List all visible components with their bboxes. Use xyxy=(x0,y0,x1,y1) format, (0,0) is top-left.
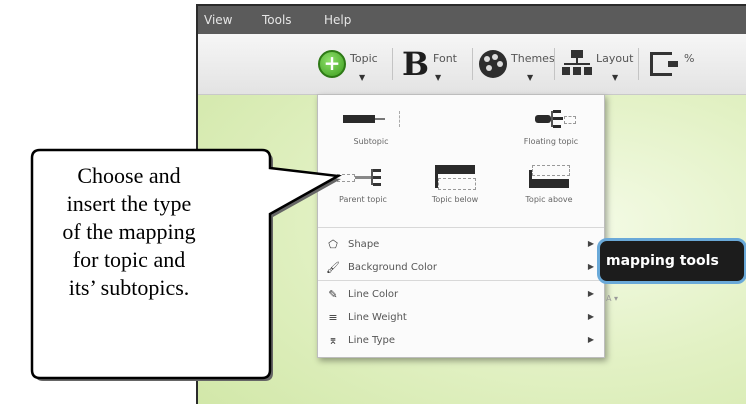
callout-line: of the mapping xyxy=(62,219,196,244)
callout-line: Choose and xyxy=(77,163,181,188)
callout-line: for topic and xyxy=(72,247,186,272)
callout-line: its’ subtopics. xyxy=(68,275,190,300)
callout-line: insert the type xyxy=(66,191,192,216)
callout-text: Choose and insert the type of the mappin… xyxy=(34,162,224,302)
